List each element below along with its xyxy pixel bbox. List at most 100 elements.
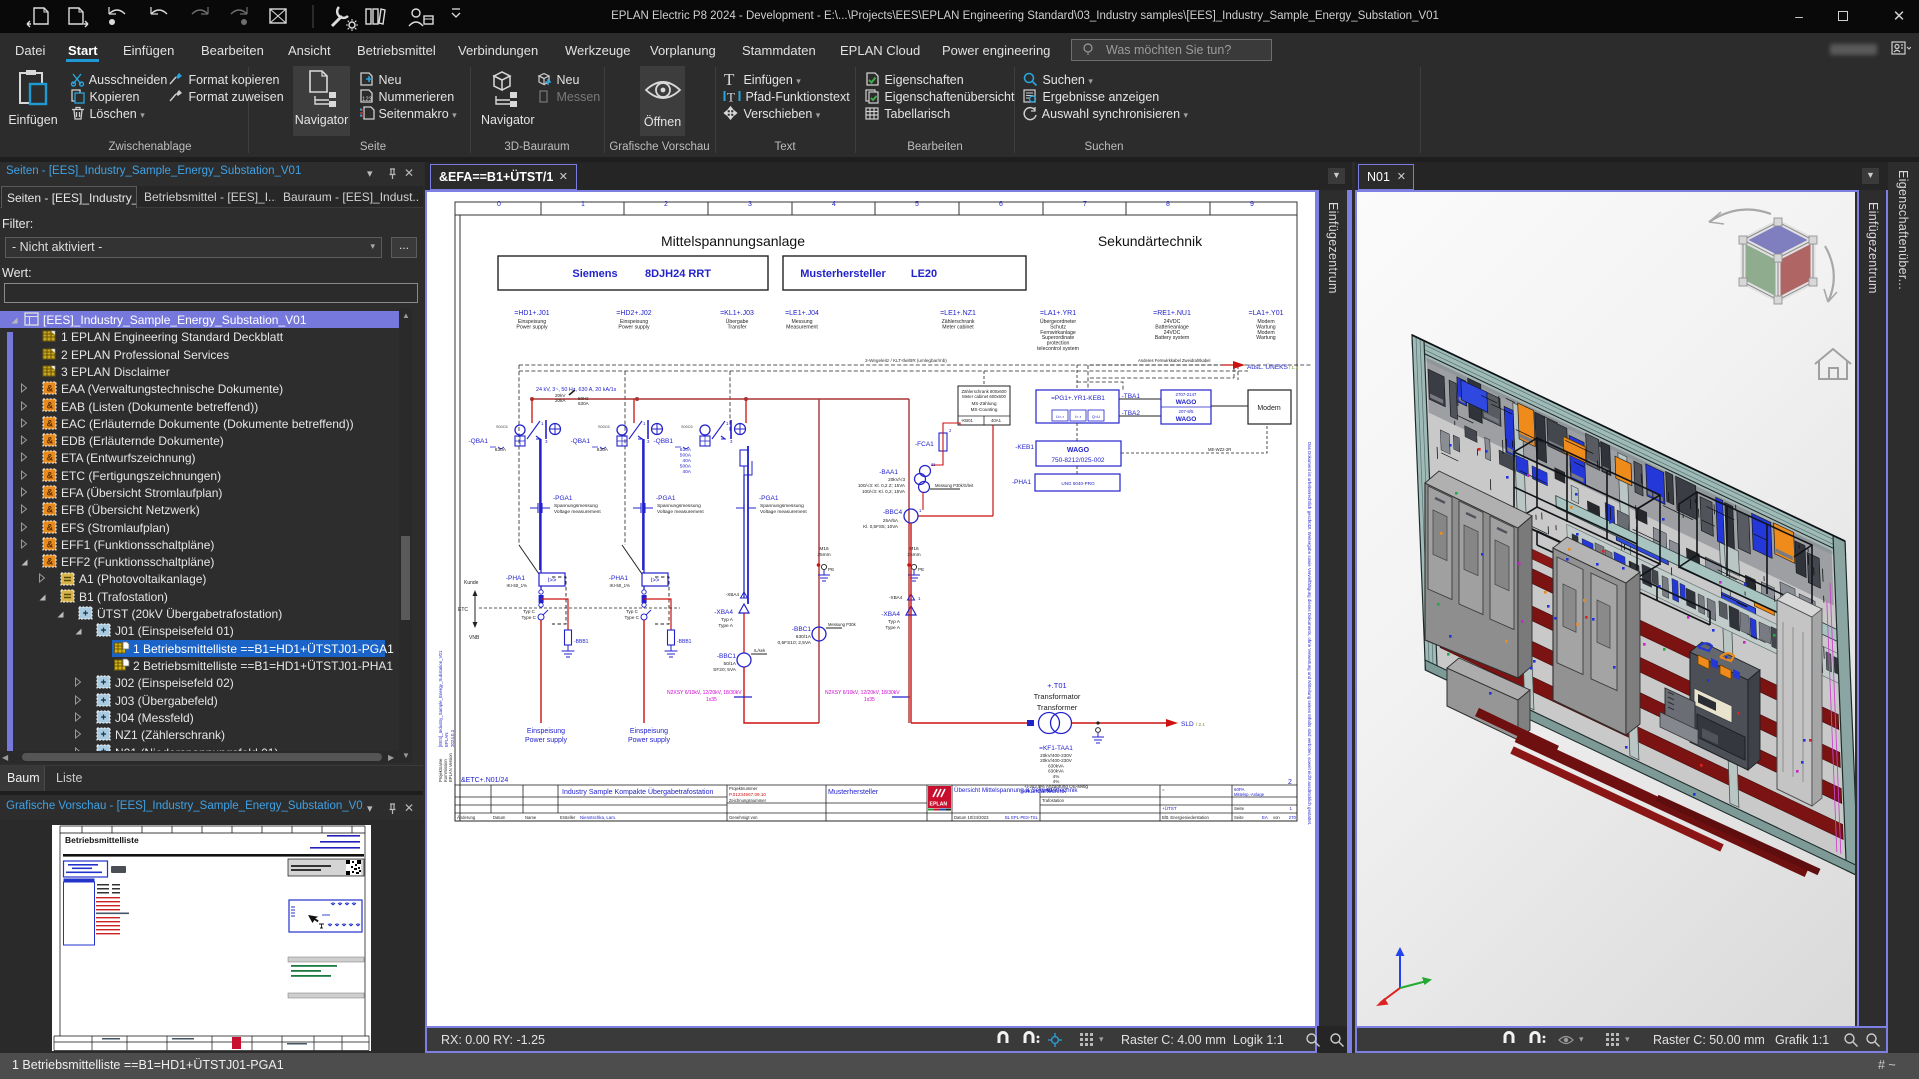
svg-text:T: T bbox=[724, 71, 735, 87]
svg-text:&: & bbox=[47, 453, 54, 463]
svg-text:630A: 630A bbox=[680, 447, 692, 453]
svg-text:-BBC1: -BBC1 bbox=[717, 653, 737, 660]
svg-text:=KL1+.J03: =KL1+.J03 bbox=[720, 310, 754, 317]
svg-text:500A: 500A bbox=[680, 464, 692, 470]
svg-text:ME-WZ2-2R: ME-WZ2-2R bbox=[1208, 447, 1231, 452]
svg-text:-PHA1: -PHA1 bbox=[1012, 479, 1032, 486]
svg-text:Transfer: Transfer bbox=[727, 324, 746, 330]
svg-text:Name: Name bbox=[525, 815, 537, 820]
svg-text:=LE1+.NZ1: =LE1+.NZ1 bbox=[940, 310, 976, 317]
svg-text:0: 0 bbox=[497, 201, 501, 208]
svg-text:=PG1+.YR1-KEB1: =PG1+.YR1-KEB1 bbox=[1051, 395, 1105, 402]
svg-text:20kA: 20kA bbox=[555, 398, 566, 403]
svg-text:Mittelspannungsanlage: Mittelspannungsanlage bbox=[661, 233, 805, 249]
svg-text:=HD1+.J01: =HD1+.J01 bbox=[514, 310, 550, 317]
svg-text:Meter cabinet: Meter cabinet bbox=[942, 324, 974, 330]
svg-text:3-Wegeleitz / KLT-tlw/BR (umle: 3-Wegeleitz / KLT-tlw/BR (umlegbar/mb) bbox=[865, 358, 947, 363]
svg-text:1: 1 bbox=[726, 421, 729, 426]
svg-text:=LA1+.YR1: =LA1+.YR1 bbox=[1040, 310, 1076, 317]
svg-text:Zeichnungsnummer: Zeichnungsnummer bbox=[729, 798, 767, 803]
svg-text:SF20; 5VA: SF20; 5VA bbox=[713, 667, 737, 673]
svg-text:PE: PE bbox=[828, 567, 834, 572]
svg-text:6: 6 bbox=[999, 201, 1003, 208]
svg-text:WAGO: WAGO bbox=[1067, 447, 1090, 454]
svg-text:Type A: Type A bbox=[885, 625, 900, 631]
svg-text:Ersteller: Ersteller bbox=[560, 815, 576, 820]
svg-text:3: 3 bbox=[647, 439, 650, 444]
svg-text:N2XSY 6/10kV, 12/20kV, 18/30kV: N2XSY 6/10kV, 12/20kV, 18/30kV bbox=[825, 690, 900, 696]
svg-text:Wartung: Wartung bbox=[1256, 335, 1276, 341]
svg-text:&: & bbox=[47, 436, 54, 446]
svg-text:630A: 630A bbox=[495, 447, 507, 453]
svg-text:&: & bbox=[47, 540, 54, 550]
svg-text:123: 123 bbox=[362, 97, 373, 103]
svg-text:Messung P30k/S/leit: Messung P30k/S/leit bbox=[935, 483, 974, 488]
svg-text:Power supply: Power supply bbox=[628, 737, 671, 744]
svg-text:AusL. ÜNEKS: AusL. ÜNEKS bbox=[1247, 363, 1288, 371]
svg-text:Spannungsmessung: Spannungsmessung bbox=[760, 503, 804, 509]
svg-text:2: 2 bbox=[949, 428, 952, 433]
svg-text:-XBA4: -XBA4 bbox=[889, 595, 903, 600]
svg-text:Q<U: Q<U bbox=[1092, 414, 1100, 419]
svg-text:3: 3 bbox=[545, 439, 548, 444]
svg-text:WAGO: WAGO bbox=[1176, 416, 1197, 423]
svg-text:UNG 6040-PRO: UNG 6040-PRO bbox=[1061, 481, 1095, 486]
svg-text:SLD: SLD bbox=[1181, 721, 1194, 728]
svg-text:3: 3 bbox=[748, 201, 752, 208]
svg-text:20kV/√3: 20kV/√3 bbox=[888, 477, 905, 482]
svg-text:VNB: VNB bbox=[469, 635, 480, 641]
svg-text:=LE1+.J04: =LE1+.J04 bbox=[785, 310, 819, 317]
svg-text:&: & bbox=[47, 488, 54, 498]
svg-text:LE20: LE20 bbox=[911, 268, 937, 280]
svg-text:&: & bbox=[47, 505, 54, 515]
svg-text:=RE1+.NU1: =RE1+.NU1 bbox=[1153, 310, 1191, 317]
svg-text:270: 270 bbox=[1289, 815, 1297, 820]
svg-text:+ÜTST: +ÜTST bbox=[1162, 805, 1177, 811]
svg-text:-PHA1: -PHA1 bbox=[609, 575, 629, 582]
svg-text:/ 1.1: / 1.1 bbox=[1289, 365, 1298, 370]
svg-text:-BBC1: -BBC1 bbox=[792, 626, 812, 633]
svg-text:-PHA1: -PHA1 bbox=[506, 575, 526, 582]
svg-text:Trafostation: Trafostation bbox=[1042, 798, 1065, 803]
svg-text:/ 2.1: / 2.1 bbox=[1196, 722, 1205, 727]
svg-text:40A: 40A bbox=[682, 458, 691, 464]
svg-text:Messung P30k: Messung P30k bbox=[828, 622, 857, 627]
svg-text:M16: M16 bbox=[819, 546, 829, 552]
svg-text:Meter cabinet 600x600: Meter cabinet 600x600 bbox=[962, 394, 1006, 399]
svg-text:N2XSY 6/10kV, 12/20kV, 18/30kV: N2XSY 6/10kV, 12/20kV, 18/30kV bbox=[667, 690, 742, 696]
svg-text:630A: 630A bbox=[578, 401, 590, 406]
svg-text:I>>: I>> bbox=[548, 578, 557, 584]
svg-text:Musterhersteller: Musterhersteller bbox=[800, 268, 886, 280]
svg-text:EA: EA bbox=[1262, 815, 1268, 820]
svg-text:ETC: ETC bbox=[458, 607, 468, 613]
svg-text:Datum 10/24/2023: Datum 10/24/2023 bbox=[954, 815, 989, 820]
svg-text:Measurement: Measurement bbox=[786, 324, 818, 330]
svg-text:-QBA1: -QBA1 bbox=[570, 438, 590, 445]
svg-text:8: 8 bbox=[1166, 201, 1170, 208]
svg-text:Modem: Modem bbox=[1257, 405, 1281, 412]
svg-text:100/√3: Kl. 0,2; 15VA: 100/√3: Kl. 0,2; 15VA bbox=[862, 489, 906, 494]
svg-text:Projektnummer: Projektnummer bbox=[729, 786, 758, 791]
svg-text:-BAA1: -BAA1 bbox=[879, 469, 898, 476]
svg-text:&ETC+.N01/24: &ETC+.N01/24 bbox=[461, 777, 508, 784]
svg-text:von: von bbox=[1273, 815, 1280, 820]
svg-text:Power supply: Power supply bbox=[516, 324, 548, 330]
svg-text:Typ A: Typ A bbox=[721, 617, 734, 623]
svg-text:0,5FS10; 2,5VA: 0,5FS10; 2,5VA bbox=[777, 640, 811, 646]
svg-text:Transformer: Transformer bbox=[1037, 703, 1078, 712]
svg-text:&: & bbox=[47, 557, 54, 567]
svg-text:Musterhersteller: Musterhersteller bbox=[828, 789, 879, 796]
svg-text:IKI-50_1%: IKI-50_1% bbox=[609, 583, 630, 588]
svg-text:207-8/5: 207-8/5 bbox=[1179, 409, 1194, 414]
svg-text:2707-2147: 2707-2147 bbox=[1176, 392, 1198, 397]
svg-text:-KB01: -KB01 bbox=[961, 418, 974, 423]
svg-text:Industry Sample Kompakte Über: Industry Sample Kompakte Übergabetrafost… bbox=[562, 788, 713, 796]
svg-text:7: 7 bbox=[1083, 201, 1087, 208]
svg-text:-PGA1: -PGA1 bbox=[656, 495, 676, 502]
svg-text:Bltt. Energieniederstation: Bltt. Energieniederstation bbox=[1162, 815, 1209, 820]
svg-text:1: 1 bbox=[1289, 806, 1292, 811]
svg-text:Typ A: Typ A bbox=[888, 619, 901, 625]
svg-text:25mm: 25mm bbox=[817, 552, 830, 558]
svg-text:Einspeisung: Einspeisung bbox=[527, 728, 565, 735]
svg-text:T: T bbox=[727, 90, 735, 105]
